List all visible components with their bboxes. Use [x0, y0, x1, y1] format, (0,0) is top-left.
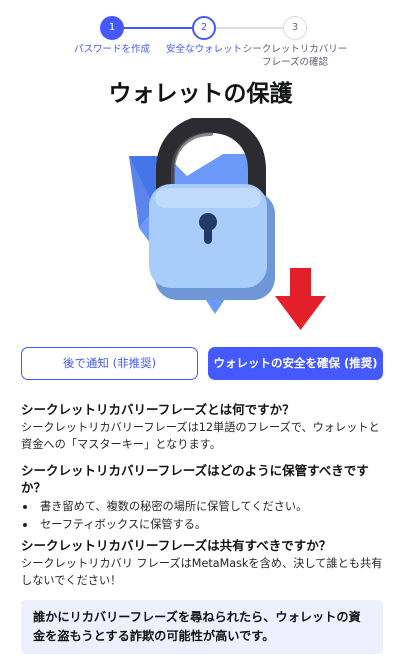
remind-later-button[interactable]: 後で通知 (非推奨) — [21, 347, 198, 380]
stepper-line-pending — [214, 27, 284, 29]
what-is-srp-section: シークレットリカバリーフレーズとは何ですか？ シークレットリカバリーフレーズは1… — [21, 401, 383, 453]
step-1-indicator: 1 — [100, 16, 124, 40]
progress-stepper: 1 2 3 パスワードを作成 安全なウォレット シークレットリカバリー フレーズ… — [0, 12, 401, 72]
scam-warning-banner: 誰かにリカバリーフレーズを尋ねられたら、ウォレットの資金を盗もうとする詐欺の可能… — [21, 600, 383, 654]
secure-wallet-page: 1 2 3 パスワードを作成 安全なウォレット シークレットリカバリー フレーズ… — [0, 0, 401, 662]
list-item-text: セーフティボックスに保管する。 — [40, 518, 207, 531]
share-srp-section: シークレットリカバリーフレーズは共有すべきですか？ シークレットリカバリ フレー… — [21, 537, 383, 589]
down-arrow-icon — [275, 268, 326, 330]
how-to-store-srp-section: シークレットリカバリーフレーズはどのように保管すべきですか？ 書き留めて、複数の… — [21, 462, 383, 534]
list-item-text: 書き留めて、複数の秘密の場所に保管してください。 — [40, 500, 308, 513]
list-item: セーフティボックスに保管する。 — [21, 516, 383, 534]
step-1-label: パスワードを作成 — [73, 44, 150, 55]
stepper-line-completed — [122, 27, 192, 29]
step-3-indicator: 3 — [283, 16, 307, 40]
storage-tips-list: 書き留めて、複数の秘密の場所に保管してください。 セーフティボックスに保管する。 — [21, 498, 383, 534]
section-heading: シークレットリカバリーフレーズは共有すべきですか？ — [21, 538, 332, 553]
step-2-indicator: 2 — [192, 16, 216, 40]
bullet-icon — [23, 505, 27, 509]
section-heading: シークレットリカバリーフレーズはどのように保管すべきですか？ — [21, 463, 369, 495]
step-3-label: シークレットリカバリー フレーズの確認 — [242, 44, 348, 68]
padlock-icon — [129, 118, 275, 314]
page-title: ウォレットの保護 — [108, 81, 293, 107]
section-body: シークレットリカバリ フレーズはMetaMaskを含め、決して誰とも共有しないで… — [21, 557, 383, 587]
bullet-icon — [23, 523, 27, 527]
secure-wallet-button[interactable]: ウォレットの安全を確保 (推奨) — [208, 347, 383, 380]
section-body: シークレットリカバリーフレーズは12単語のフレーズで、ウォレットと資金への「マス… — [21, 421, 380, 451]
list-item: 書き留めて、複数の秘密の場所に保管してください。 — [21, 498, 383, 516]
step-2-label: 安全なウォレット — [165, 44, 242, 55]
section-heading: シークレットリカバリーフレーズとは何ですか？ — [21, 402, 295, 417]
